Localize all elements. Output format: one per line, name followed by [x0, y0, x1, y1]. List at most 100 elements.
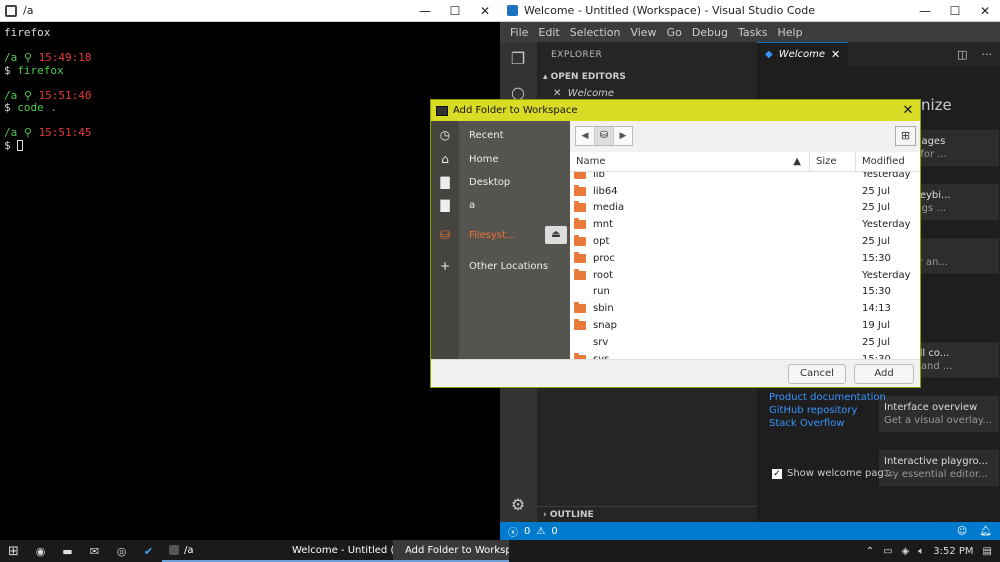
new-folder-button[interactable]: ⊞ [895, 126, 916, 146]
path-root-button[interactable]: ⛁ [594, 127, 614, 145]
path-forward-icon[interactable]: ▶ [614, 127, 632, 145]
column-modified[interactable]: Modified [856, 156, 905, 167]
checkmark-icon[interactable]: ✔ [135, 545, 162, 558]
place-desktop[interactable]: ▇ Desktop [431, 171, 570, 193]
folder-icon [570, 251, 590, 263]
menu-help[interactable]: Help [772, 26, 807, 39]
minimize-button[interactable]: — [910, 0, 940, 21]
place-recent[interactable]: ◷ Recent [431, 124, 570, 146]
app-icon[interactable]: ◎ [108, 545, 135, 558]
file-row[interactable]: root Yesterday [570, 267, 920, 284]
volume-icon[interactable]: 🔈︎ [918, 546, 924, 557]
column-name[interactable]: Name ▲ [570, 152, 810, 171]
file-row[interactable]: proc 15:30 [570, 250, 920, 267]
link-github-repository[interactable]: GitHub repository [769, 405, 857, 416]
clock[interactable]: 3:52 PM [933, 546, 973, 557]
folder-icon [570, 235, 590, 247]
add-button[interactable]: Add [854, 364, 914, 384]
menu-debug[interactable]: Debug [687, 26, 733, 39]
add-folder-dialog[interactable]: Add Folder to Workspace ✕ ◷ Recent ⌂ Home … [430, 99, 921, 388]
more-actions-icon[interactable]: ··· [982, 48, 993, 61]
open-editors-section[interactable]: ▴ OPEN EDITORS [537, 68, 757, 86]
file-rows: lib Yesterday lib64 25 Jul media 25 Jul mnt Yes… [570, 166, 920, 359]
close-button[interactable]: ✕ [470, 0, 500, 21]
warnings-icon[interactable]: ⚠ [536, 526, 545, 537]
place-filesystem[interactable]: ⛁ Filesyst... ⏏ [431, 224, 570, 246]
errors-count[interactable]: 0 [524, 526, 530, 537]
action-center-icon[interactable]: ▤ [983, 546, 992, 557]
files-icon[interactable]: ❐ [509, 50, 527, 68]
file-row[interactable]: mnt Yesterday [570, 216, 920, 233]
tab-welcome[interactable]: ◆ Welcome ✕ [757, 42, 849, 66]
terminal-output[interactable]: firefox /a ⚲ 15:49:18 $ firefox /a ⚲ 15:… [0, 22, 500, 157]
file-explorer-icon[interactable]: ▬ [54, 545, 81, 558]
start-icon[interactable]: ⊞ [0, 544, 27, 559]
file-row[interactable]: opt 25 Jul [570, 233, 920, 250]
link-stack-overflow[interactable]: Stack Overflow [769, 418, 845, 429]
file-row[interactable]: sbin 14:13 [570, 300, 920, 317]
maximize-button[interactable]: ☐ [440, 0, 470, 21]
vscode-titlebar[interactable]: Welcome - Untitled (Workspace) - Visual … [500, 0, 1000, 22]
dialog-app-icon [436, 105, 448, 116]
menu-edit[interactable]: Edit [533, 26, 564, 39]
minimize-button[interactable]: — [410, 0, 440, 21]
gear-icon[interactable]: ⚙ [509, 496, 527, 514]
tab-bar: ◆ Welcome ✕ ◫ ··· [757, 42, 1000, 66]
errors-icon[interactable]: ⓧ [508, 524, 518, 539]
terminal-window[interactable]: /a — ☐ ✕ firefox /a ⚲ 15:49:18 $ firefox… [0, 0, 500, 540]
close-button[interactable]: ✕ [970, 0, 1000, 21]
vscode-app-icon [507, 5, 518, 16]
split-editor-icon[interactable]: ◫ [957, 48, 967, 61]
file-list-header: Name ▲ Size Modified [570, 152, 920, 172]
taskbar-terminal[interactable]: /a [162, 540, 280, 562]
path-back-icon[interactable]: ◀ [576, 127, 594, 145]
outline-section[interactable]: › OUTLINE [537, 506, 757, 522]
file-row[interactable]: lib64 25 Jul [570, 183, 920, 200]
file-row[interactable]: run 15:30 [570, 284, 920, 301]
status-bar: ⓧ 0 ⚠ 0 ☺ 🔔︎ [500, 522, 1000, 540]
battery-icon[interactable]: ▭ [883, 546, 892, 557]
file-list[interactable]: Name ▲ Size Modified lib Yesterday lib64 25 … [570, 152, 920, 359]
terminal-command-line[interactable]: $ [4, 139, 496, 153]
taskbar-add-folder-dialog[interactable]: Add Folder to Worksp [393, 540, 509, 562]
chevron-up-icon[interactable]: ⌃ [866, 546, 874, 557]
maximize-button[interactable]: ☐ [940, 0, 970, 21]
warnings-count[interactable]: 0 [551, 526, 557, 537]
menu-view[interactable]: View [625, 26, 661, 39]
file-row[interactable]: media 25 Jul [570, 200, 920, 217]
notifications-icon[interactable]: 🔔︎ [979, 526, 992, 537]
terminal-prompt-line: /a ⚲ 15:49:18 [4, 51, 92, 64]
taskbar-vscode[interactable]: Welcome - Untitled (... [280, 540, 393, 562]
file-modified: 25 Jul [862, 185, 890, 197]
welcome-card-interactive-playground[interactable]: Interactive playgro... Try essential edit… [879, 450, 999, 486]
place-other-locations[interactable]: + Other Locations [431, 255, 570, 277]
file-row[interactable]: srv 25 Jul [570, 334, 920, 351]
terminal-titlebar[interactable]: /a — ☐ ✕ [0, 0, 500, 22]
mail-icon[interactable]: ✉ [81, 545, 108, 558]
link-product-documentation[interactable]: Product documentation [769, 392, 886, 403]
eject-icon[interactable]: ⏏ [545, 226, 567, 244]
menu-go[interactable]: Go [662, 26, 687, 39]
file-row[interactable]: sys15:30 [570, 351, 920, 359]
vscode-title: Welcome - Untitled (Workspace) - Visual … [524, 4, 815, 17]
dialog-close-button[interactable]: ✕ [896, 103, 920, 118]
feedback-icon[interactable]: ☺ [957, 526, 967, 537]
menu-file[interactable]: File [505, 26, 533, 39]
dialog-titlebar[interactable]: Add Folder to Workspace ✕ [431, 100, 920, 121]
column-size[interactable]: Size [810, 152, 856, 171]
network-icon[interactable]: ◈ [902, 546, 910, 557]
place-a[interactable]: ▇ a [431, 194, 570, 216]
menu-tasks[interactable]: Tasks [733, 26, 772, 39]
cancel-button[interactable]: Cancel [788, 364, 846, 384]
dialog-button-bar: Cancel Add [431, 359, 920, 387]
welcome-card-interface-overview[interactable]: Interface overview Get a visual overlay..… [879, 396, 999, 432]
place-home[interactable]: ⌂ Home [431, 148, 570, 170]
folder-icon [570, 201, 590, 213]
sort-ascending-icon: ▲ [793, 156, 801, 167]
menu-selection[interactable]: Selection [565, 26, 626, 39]
show-welcome-checkbox[interactable]: ✓ Show welcome pag... [772, 468, 893, 479]
close-icon[interactable]: ✕ [831, 48, 840, 61]
file-name: sbin [593, 303, 614, 315]
file-row[interactable]: snap 19 Jul [570, 317, 920, 334]
chrome-icon[interactable]: ◉ [27, 545, 54, 558]
